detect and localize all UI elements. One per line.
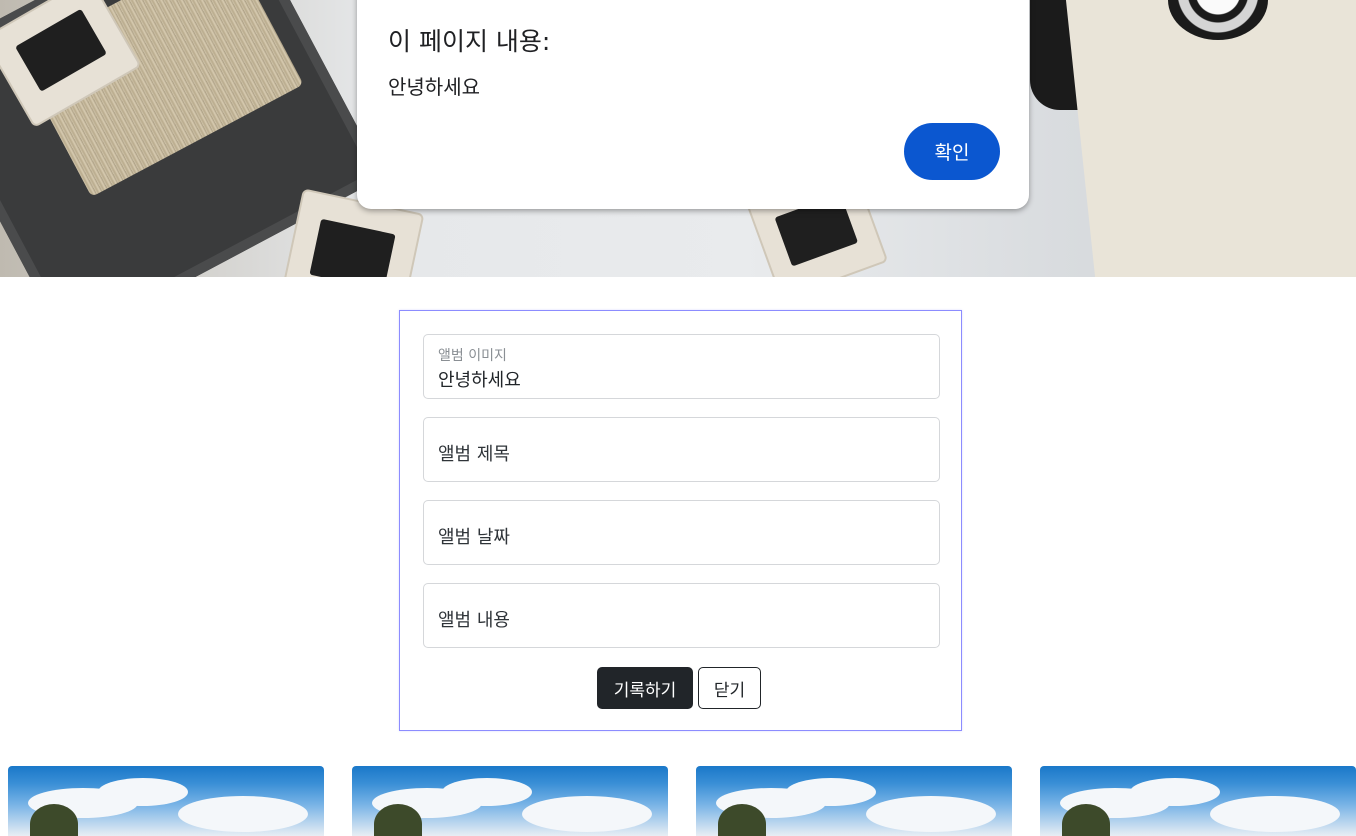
- cloud-graphic: [1130, 778, 1220, 806]
- album-card-thumbnail[interactable]: [352, 766, 668, 836]
- cloud-graphic: [442, 778, 532, 806]
- album-date-placeholder: 앨범 날짜: [438, 527, 510, 548]
- album-form: 앨범 이미지 안녕하세요 앨범 제목 앨범 날짜 앨범 내용 기록하기 닫기: [399, 310, 962, 731]
- album-title-placeholder: 앨범 제목: [438, 444, 510, 465]
- album-image-value: 안녕하세요: [438, 370, 521, 391]
- cloud-graphic: [522, 796, 652, 832]
- album-card-thumbnail[interactable]: [8, 766, 324, 836]
- alert-message: 안녕하세요: [388, 75, 480, 99]
- tree-graphic: [1062, 804, 1110, 836]
- submit-button[interactable]: 기록하기: [597, 667, 693, 709]
- close-button[interactable]: 닫기: [698, 667, 761, 709]
- tree-graphic: [30, 804, 78, 836]
- cloud-graphic: [98, 778, 188, 806]
- alert-ok-button[interactable]: 확인: [904, 123, 1000, 180]
- album-image-field[interactable]: 앨범 이미지 안녕하세요: [423, 334, 940, 399]
- album-content-placeholder: 앨범 내용: [438, 610, 510, 631]
- cloud-graphic: [866, 796, 996, 832]
- cloud-graphic: [178, 796, 308, 832]
- album-image-label: 앨범 이미지: [438, 348, 507, 364]
- album-card-thumbnail[interactable]: [1040, 766, 1356, 836]
- cloud-graphic: [786, 778, 876, 806]
- album-card-thumbnail[interactable]: [696, 766, 1012, 836]
- tree-graphic: [374, 804, 422, 836]
- album-title-field[interactable]: 앨범 제목: [423, 417, 940, 482]
- album-content-field[interactable]: 앨범 내용: [423, 583, 940, 648]
- alert-dialog: 이 페이지 내용: 안녕하세요 확인: [357, 0, 1029, 209]
- projector-graphic: [1063, 0, 1356, 277]
- album-date-field[interactable]: 앨범 날짜: [423, 500, 940, 565]
- alert-title: 이 페이지 내용:: [388, 27, 551, 56]
- tree-graphic: [718, 804, 766, 836]
- cloud-graphic: [1210, 796, 1340, 832]
